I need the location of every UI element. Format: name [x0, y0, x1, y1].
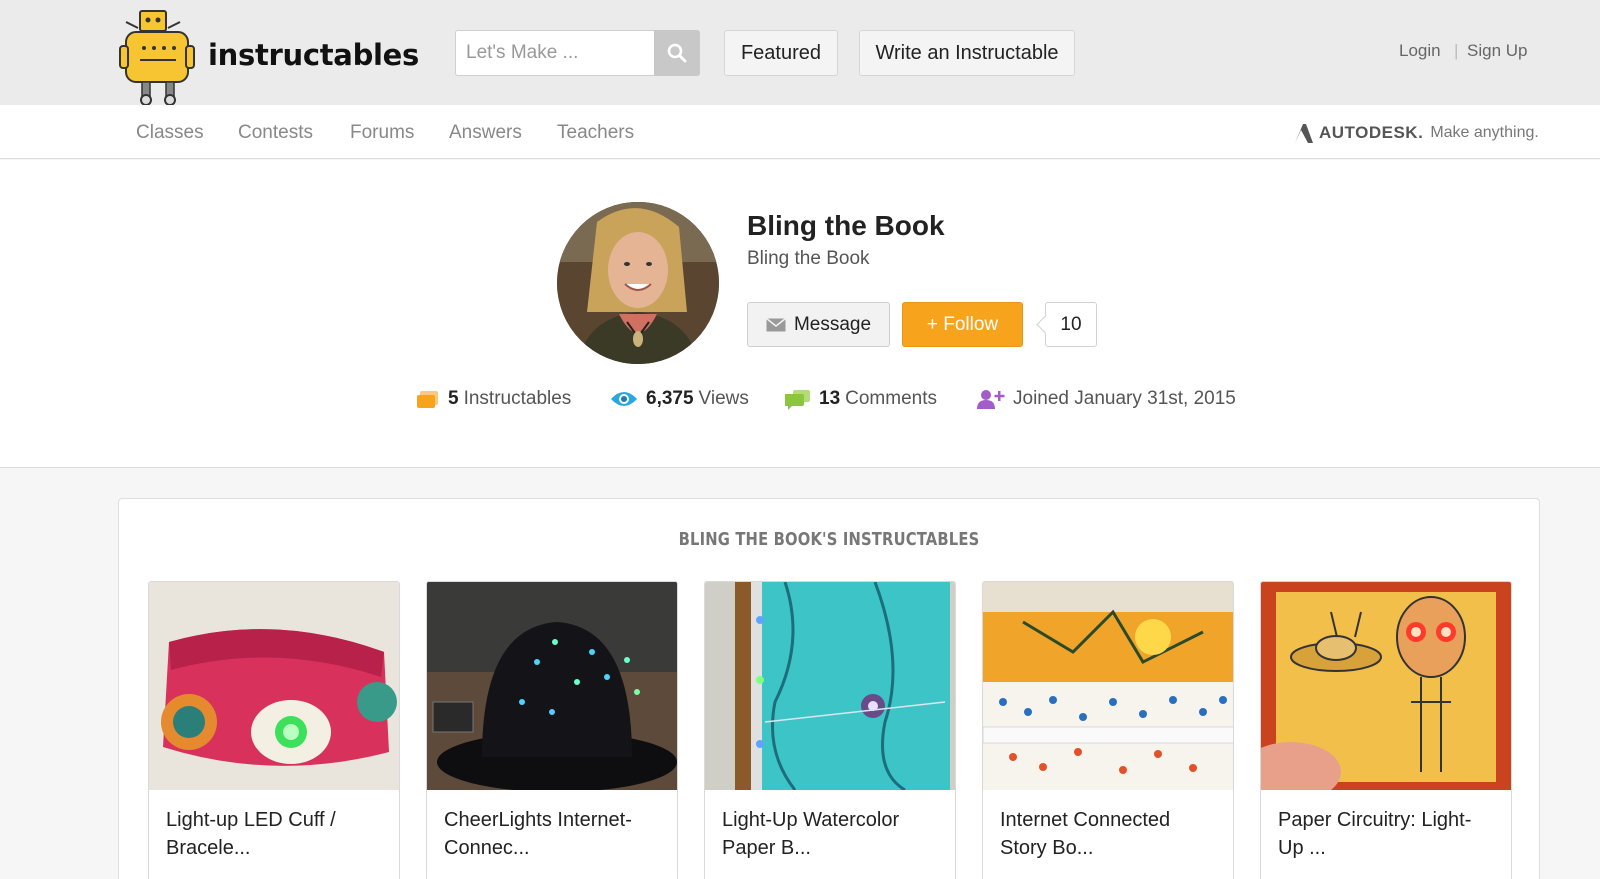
stat-joined: Joined January 31st, 2015	[977, 384, 1236, 414]
card-title-line1: Light-up LED Cuff /	[166, 809, 336, 831]
card-title-line2: Bracele...	[166, 837, 251, 859]
follower-count: 10	[1045, 302, 1097, 347]
search-button[interactable]	[654, 30, 700, 76]
card-title-line1: Internet Connected	[1000, 809, 1171, 831]
card-thumbnail	[427, 582, 677, 790]
card-thumbnail	[149, 582, 399, 790]
follow-button[interactable]: + Follow	[902, 302, 1023, 347]
message-label: Message	[793, 313, 872, 335]
instructables-label: Instructables	[463, 388, 572, 409]
user-plus-icon	[977, 390, 1005, 409]
comments-icon	[785, 390, 810, 410]
card-title-line2: Up ...	[1278, 837, 1326, 859]
autodesk-link[interactable]: AUTODESK. Make anything.	[1293, 121, 1539, 145]
autodesk-tagline: Make anything.	[1430, 124, 1539, 141]
joined-label: Joined January 31st, 2015	[1013, 388, 1236, 409]
signup-link[interactable]: Sign Up	[1467, 41, 1527, 61]
autodesk-name: AUTODESK.	[1319, 123, 1424, 142]
instructable-card[interactable]: Paper Circuitry: Light- Up ...	[1260, 581, 1512, 879]
avatar-photo	[557, 202, 719, 364]
card-title: CheerLights Internet- Connec...	[444, 806, 664, 862]
profile-subtitle: Bling the Book	[747, 248, 870, 269]
nav-item-answers[interactable]: Answers	[449, 122, 522, 144]
card-title-line2: Connec...	[444, 837, 530, 859]
card-thumbnail	[705, 582, 955, 790]
search-input[interactable]	[455, 30, 655, 76]
stat-instructables: 5 Instructables	[416, 384, 571, 414]
avatar	[557, 202, 719, 364]
instructables-icon	[417, 391, 438, 408]
instructables-panel: BLING THE BOOK'S INSTRUCTABLES Light-up …	[118, 498, 1540, 879]
nav-item-teachers[interactable]: Teachers	[557, 122, 634, 144]
stat-comments: 13 Comments	[785, 384, 937, 414]
instructable-card[interactable]: Light-Up Watercolor Paper B...	[704, 581, 956, 879]
profile-name: Bling the Book	[747, 210, 945, 241]
card-thumbnail	[983, 582, 1233, 790]
nav-item-forums[interactable]: Forums	[350, 122, 414, 144]
card-title: Paper Circuitry: Light- Up ...	[1278, 806, 1498, 862]
write-instructable-button[interactable]: Write an Instructable	[859, 30, 1075, 76]
main-nav: Classes Contests Forums Answers Teachers…	[0, 105, 1600, 159]
comments-count: 13	[819, 388, 841, 409]
logo[interactable]: instructables	[118, 8, 419, 108]
featured-button[interactable]: Featured	[724, 30, 838, 76]
search-box	[455, 30, 700, 76]
instructable-card[interactable]: Light-up LED Cuff / Bracele...	[148, 581, 400, 879]
envelope-icon	[765, 317, 786, 331]
nav-item-contests[interactable]: Contests	[238, 122, 313, 144]
brand-name: instructables	[208, 38, 420, 72]
eye-icon	[611, 392, 637, 406]
instructables-count: 5	[448, 388, 459, 409]
instructable-card[interactable]: Internet Connected Story Bo...	[982, 581, 1234, 879]
stat-views: 6,375 Views	[610, 384, 749, 414]
card-title-line2: Story Bo...	[1000, 837, 1094, 859]
views-count: 6,375	[646, 388, 694, 409]
section-title: BLING THE BOOK'S INSTRUCTABLES	[678, 529, 980, 550]
views-label: Views	[698, 388, 749, 409]
auth-separator: |	[1454, 41, 1459, 60]
search-icon	[667, 43, 687, 63]
comments-label: Comments	[845, 388, 937, 409]
card-title: Light-Up Watercolor Paper B...	[722, 806, 942, 862]
card-title: Internet Connected Story Bo...	[1000, 806, 1220, 862]
card-title-line1: CheerLights Internet-	[444, 809, 632, 831]
card-title-line1: Paper Circuitry: Light-	[1278, 809, 1472, 831]
login-link[interactable]: Login	[1399, 41, 1441, 61]
nav-item-classes[interactable]: Classes	[136, 122, 204, 144]
card-title: Light-up LED Cuff / Bracele...	[166, 806, 386, 862]
card-title-line2: Paper B...	[722, 837, 811, 859]
card-thumbnail	[1261, 582, 1511, 790]
robot-logo-icon	[119, 10, 195, 107]
profile-stats: 5 Instructables 6,375 Views 13 Comments	[0, 384, 1600, 414]
card-title-line1: Light-Up Watercolor	[722, 809, 900, 831]
message-button[interactable]: Message	[747, 302, 890, 347]
autodesk-logo-icon	[1295, 124, 1313, 143]
top-header: instructables Featured Write an Instruct…	[0, 0, 1600, 108]
profile-header: Bling the Book Bling the Book Message + …	[0, 160, 1600, 468]
instructable-card[interactable]: CheerLights Internet- Connec...	[426, 581, 678, 879]
